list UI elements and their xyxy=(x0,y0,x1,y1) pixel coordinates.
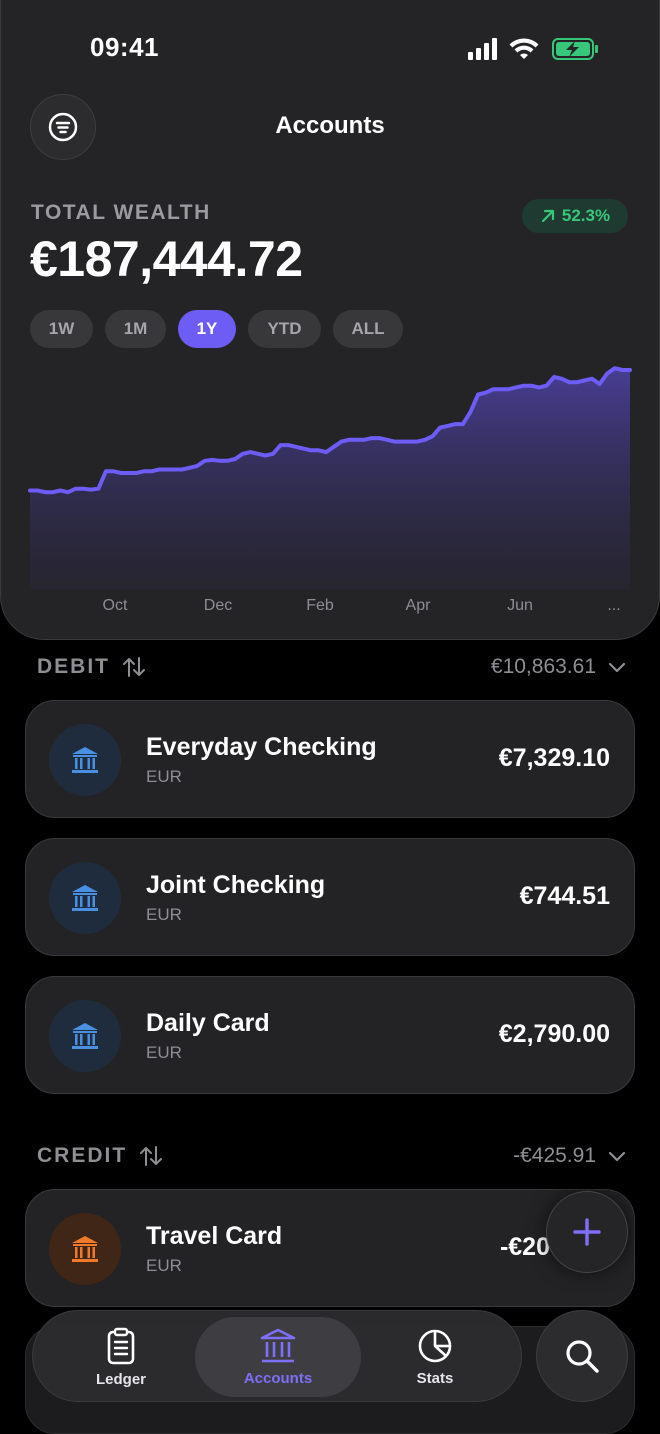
search-button[interactable] xyxy=(536,1310,628,1402)
range-selector: 1W 1M 1Y YTD ALL xyxy=(30,310,403,348)
account-row-everyday-checking[interactable]: Everyday Checking EUR €7,329.10 xyxy=(25,700,635,818)
chart-x-axis: Oct Dec Feb Apr Jun ... xyxy=(0,597,660,617)
account-row-daily-card[interactable]: Daily Card EUR €2,790.00 xyxy=(25,976,635,1094)
credit-total: -€425.91 xyxy=(513,1144,596,1167)
account-currency: EUR xyxy=(146,1043,182,1062)
bank-icon-container xyxy=(49,1000,121,1072)
range-1y[interactable]: 1Y xyxy=(178,310,236,348)
tab-label: Accounts xyxy=(243,1369,313,1387)
debit-total-toggle[interactable]: €10,863.61 xyxy=(491,655,626,679)
debit-total: €10,863.61 xyxy=(490,655,596,678)
chevron-down-icon xyxy=(608,662,626,673)
tab-label: Ledger xyxy=(95,1370,146,1388)
account-name: Travel Card xyxy=(146,1222,283,1250)
tab-stats[interactable]: Stats xyxy=(387,1311,483,1403)
account-name: Joint Checking xyxy=(146,871,326,899)
credit-title: CREDIT xyxy=(37,1144,128,1167)
plus-icon xyxy=(573,1218,601,1246)
wealth-chart xyxy=(28,366,632,590)
page-title: Accounts xyxy=(275,112,385,139)
tab-accounts[interactable]: Accounts xyxy=(195,1317,361,1397)
account-name: Daily Card xyxy=(146,1009,270,1037)
pie-chart-icon xyxy=(418,1329,452,1362)
signal-icon xyxy=(468,38,497,60)
bank-icon-container xyxy=(49,1213,121,1285)
account-balance: €7,329.10 xyxy=(498,744,610,772)
range-1w[interactable]: 1W xyxy=(30,310,93,348)
search-icon xyxy=(566,1340,599,1373)
account-name: Everyday Checking xyxy=(146,733,377,761)
x-tick-label: Dec xyxy=(203,597,233,614)
status-icons xyxy=(468,38,598,60)
account-currency: EUR xyxy=(146,905,182,924)
debit-title: DEBIT xyxy=(37,655,110,678)
tab-bar: Ledger Accounts Stats xyxy=(32,1310,522,1402)
credit-total-toggle[interactable]: -€425.91 xyxy=(513,1144,626,1168)
range-ytd[interactable]: YTD xyxy=(248,310,321,348)
bank-icon xyxy=(72,747,98,773)
add-account-button[interactable] xyxy=(546,1191,628,1273)
x-tick-label: ... xyxy=(607,597,621,614)
tab-ledger[interactable]: Ledger xyxy=(73,1311,169,1403)
account-currency: EUR xyxy=(146,767,182,786)
range-all[interactable]: ALL xyxy=(333,310,403,348)
account-balance: €744.51 xyxy=(519,882,610,910)
wifi-icon xyxy=(509,38,539,59)
chevron-down-icon xyxy=(608,1151,626,1162)
sort-icon xyxy=(123,657,145,677)
credit-section-header[interactable]: CREDIT xyxy=(37,1144,163,1168)
debit-section-header[interactable]: DEBIT xyxy=(37,655,146,679)
arrow-up-right-icon xyxy=(541,209,554,223)
x-tick-label: Apr xyxy=(405,597,431,614)
bank-icon xyxy=(72,1023,98,1049)
ledger-icon xyxy=(107,1327,135,1364)
bank-icon xyxy=(72,885,98,911)
total-wealth-value: €187,444.72 xyxy=(30,231,303,287)
x-tick-label: Oct xyxy=(102,597,128,614)
bank-icon-container xyxy=(49,862,121,934)
account-currency: EUR xyxy=(146,1256,182,1275)
growth-value: 52.3% xyxy=(561,206,611,225)
chart-area xyxy=(30,368,630,590)
account-row-joint-checking[interactable]: Joint Checking EUR €744.51 xyxy=(25,838,635,956)
sort-icon xyxy=(140,1146,163,1166)
bank-icon xyxy=(260,1328,296,1362)
bank-icon xyxy=(72,1236,98,1262)
bank-icon-container xyxy=(49,724,121,796)
growth-badge: 52.3% xyxy=(522,199,628,233)
total-wealth-label: TOTAL WEALTH xyxy=(31,201,211,224)
account-balance: €2,790.00 xyxy=(498,1020,610,1048)
account-row-travel-card[interactable]: Travel Card EUR -€20 xyxy=(25,1189,635,1307)
tab-label: Stats xyxy=(416,1369,454,1387)
account-balance: -€20 xyxy=(499,1233,550,1261)
status-time: 09:41 xyxy=(90,32,159,62)
battery-icon xyxy=(552,38,598,60)
range-1m[interactable]: 1M xyxy=(105,310,166,348)
x-tick-label: Feb xyxy=(306,597,334,614)
x-tick-label: Jun xyxy=(507,597,533,614)
